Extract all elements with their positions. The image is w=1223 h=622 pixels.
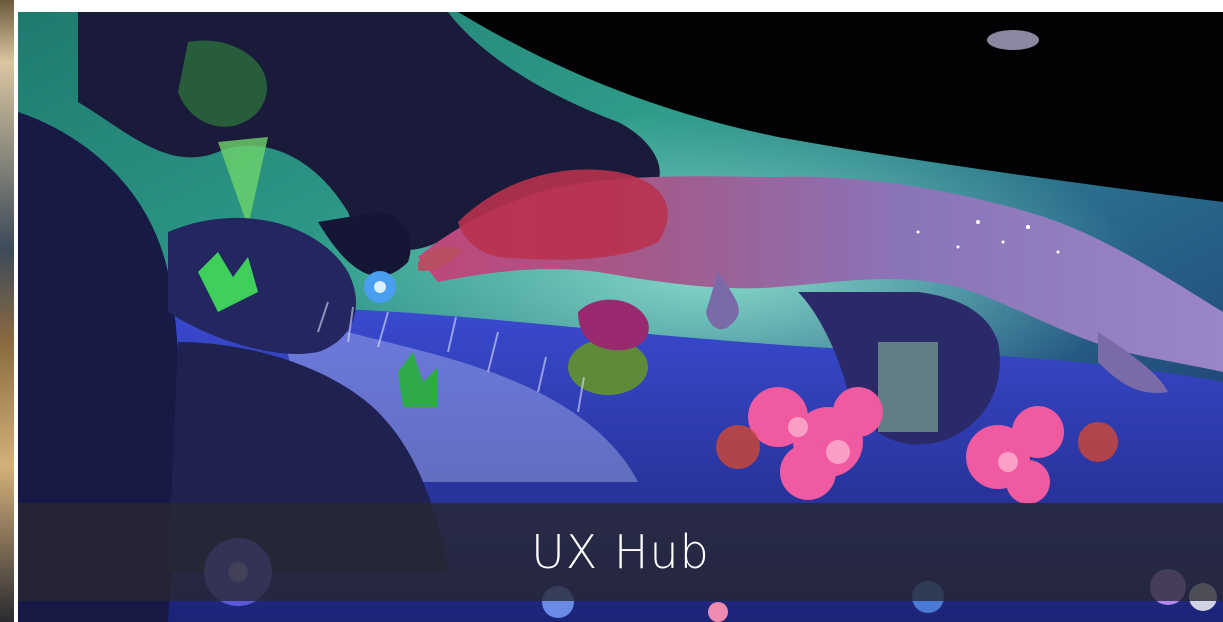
slide-caption-bar: UX Hub xyxy=(18,503,1223,601)
slide-caption: UX Hub xyxy=(531,525,710,579)
previous-slide-preview[interactable] xyxy=(0,0,14,622)
carousel: UX Hub xyxy=(0,0,1223,622)
